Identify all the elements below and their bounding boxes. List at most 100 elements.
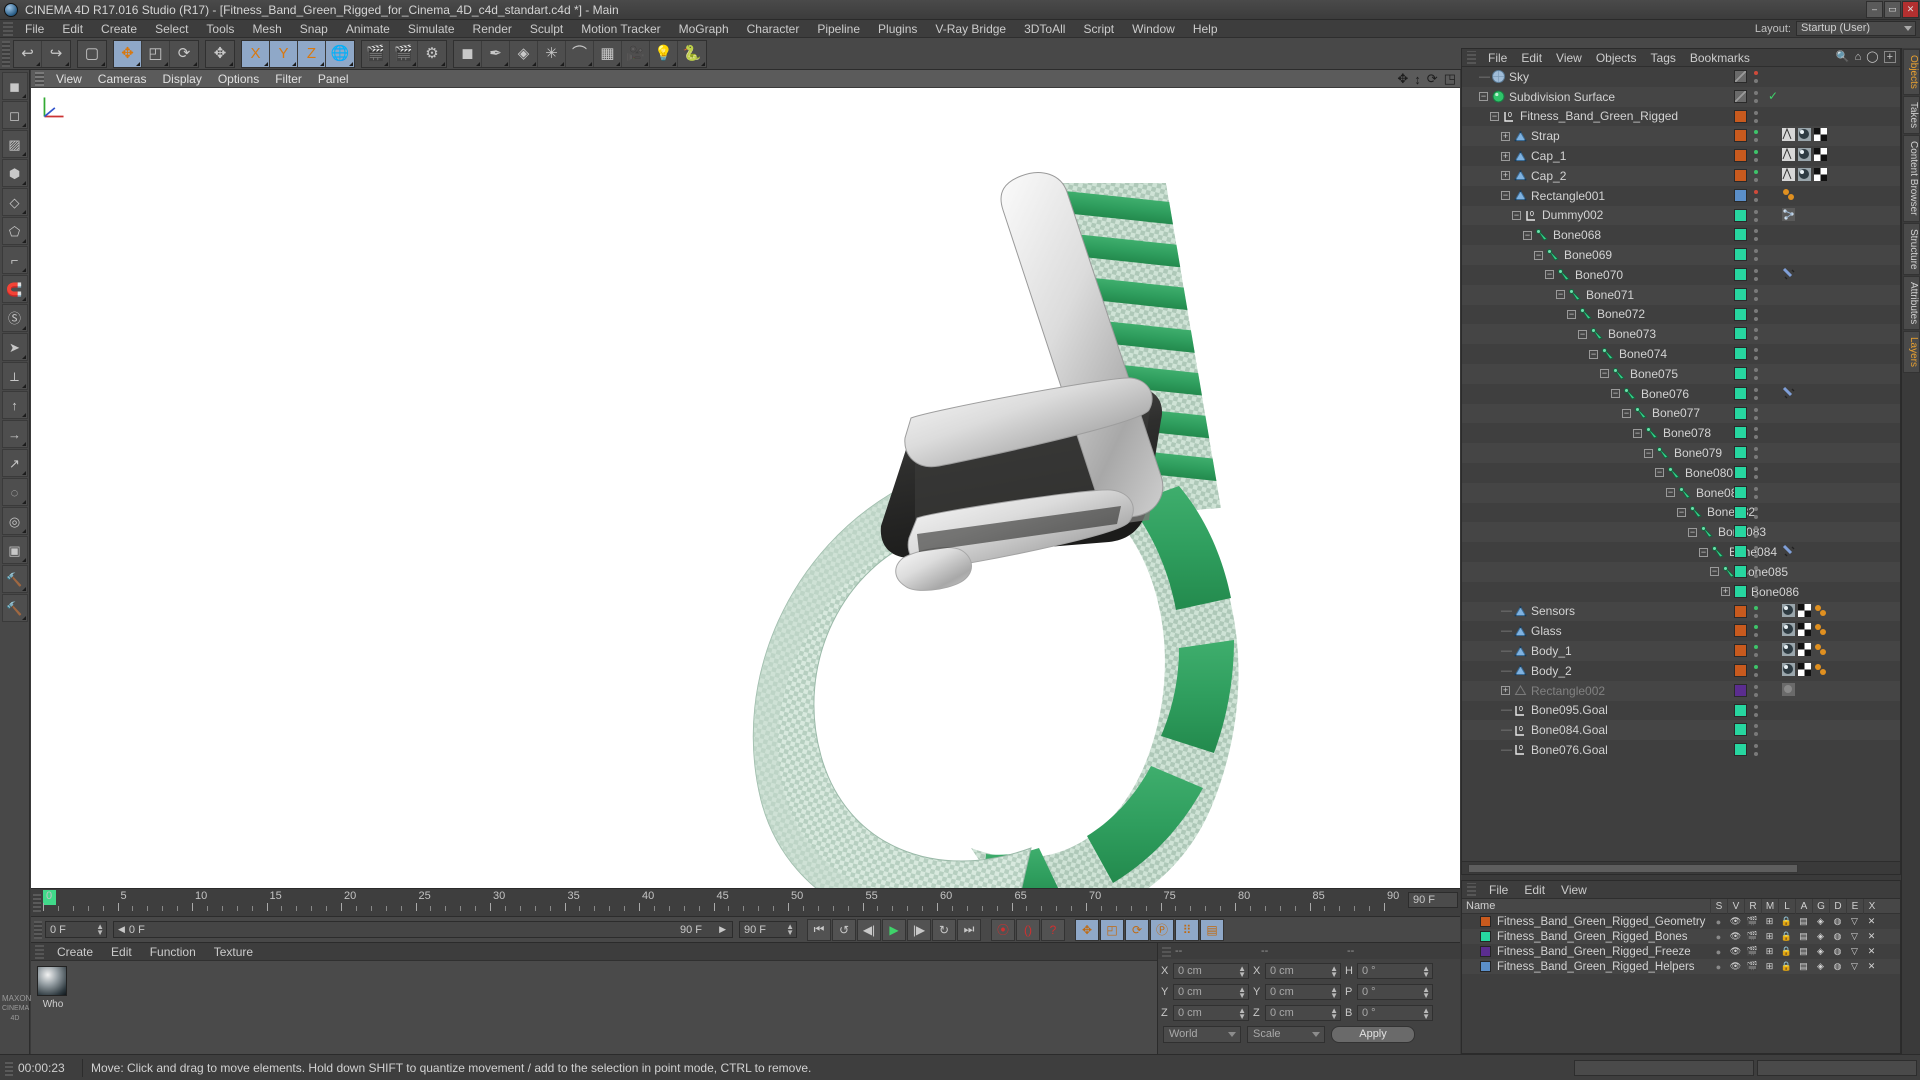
layer-flag-v[interactable]: 👁	[1727, 945, 1744, 958]
object-tree-row[interactable]: +Cap_1	[1462, 146, 1900, 166]
layer-color-chip[interactable]	[1734, 466, 1747, 479]
layer-flag-g[interactable]: ◈	[1812, 945, 1829, 958]
object-tree-row[interactable]: −0Dummy002	[1462, 206, 1900, 226]
home-icon[interactable]: ⌂	[1855, 51, 1862, 63]
collapse-icon[interactable]: −	[1490, 112, 1499, 121]
layer-empty-chip[interactable]	[1734, 70, 1747, 83]
layer-color-chip[interactable]	[1734, 248, 1747, 261]
undo-button[interactable]: ↩	[14, 41, 42, 67]
visibility-editor-dot[interactable]	[1754, 130, 1758, 134]
timeline-end-field[interactable]: 90 F	[1408, 892, 1458, 908]
object-tree-row[interactable]: −Bone071	[1462, 285, 1900, 305]
viewport-menu-display[interactable]: Display	[154, 70, 209, 88]
scrollbar-thumb[interactable]	[1468, 864, 1798, 873]
uv-tag[interactable]	[1798, 604, 1812, 618]
spinner-icon[interactable]: ▲▼	[1238, 1008, 1246, 1020]
layer-color-chip[interactable]	[1734, 664, 1747, 677]
timeline-grip[interactable]	[33, 894, 41, 912]
visibility-editor-dot[interactable]	[1754, 606, 1758, 610]
visibility-render-dot[interactable]	[1754, 614, 1758, 618]
layer-flag-m[interactable]: ⊞	[1761, 960, 1778, 973]
enable-axis-button[interactable]: ⌐	[2, 246, 28, 274]
collapse-icon[interactable]: −	[1688, 528, 1697, 537]
material-tag[interactable]	[1798, 168, 1812, 182]
layer-color-swatch[interactable]	[1480, 946, 1491, 957]
layer-color-swatch[interactable]	[1480, 961, 1491, 972]
layer-flag-v[interactable]: 👁	[1727, 930, 1744, 943]
parameter-key-button[interactable]: Ⓟ	[1150, 919, 1174, 941]
material-preview-swatch[interactable]	[37, 966, 67, 996]
object-tree-row[interactable]: —Body_2	[1462, 661, 1900, 681]
layer-flag-m[interactable]: ⊞	[1761, 930, 1778, 943]
collapse-icon[interactable]: −	[1567, 310, 1576, 319]
y-axis-lock-button[interactable]: Y	[270, 41, 298, 67]
visibility-editor-dot[interactable]	[1754, 249, 1758, 253]
visibility-editor-dot[interactable]	[1754, 289, 1758, 293]
viewport-menu-panel[interactable]: Panel	[310, 70, 357, 88]
visibility-render-dot[interactable]	[1754, 198, 1758, 202]
layer-column-e[interactable]: E	[1846, 899, 1863, 914]
point-level-animation-button[interactable]: ⠿	[1175, 919, 1199, 941]
layer-color-chip[interactable]	[1734, 367, 1747, 380]
visibility-render-dot[interactable]	[1754, 257, 1758, 261]
visibility-editor-dot[interactable]	[1754, 744, 1758, 748]
object-tree-row[interactable]: −Bone077	[1462, 404, 1900, 424]
world-coordinate-button[interactable]: 🌐	[326, 41, 354, 67]
position-field-x[interactable]: 0 cm▲▼	[1173, 963, 1249, 979]
end-frame-field[interactable]: 90 F ▲▼	[739, 921, 797, 938]
layer-flag-g[interactable]: ◈	[1812, 960, 1829, 973]
object-tree-row[interactable]: −Bone085	[1462, 562, 1900, 582]
visibility-editor-dot[interactable]	[1754, 427, 1758, 431]
layer-color-chip[interactable]	[1734, 704, 1747, 717]
uv-tag[interactable]	[1814, 168, 1828, 182]
layer-column-r[interactable]: R	[1744, 899, 1761, 914]
visibility-render-dot[interactable]	[1754, 317, 1758, 321]
layer-color-chip[interactable]	[1734, 565, 1747, 578]
menu-animate[interactable]: Animate	[337, 20, 399, 38]
visibility-editor-dot[interactable]	[1754, 210, 1758, 214]
collapse-icon[interactable]: −	[1710, 567, 1719, 576]
timeline-ruler[interactable]: 051015202530354045505560657075808590 90 …	[31, 888, 1460, 916]
visibility-editor-dot[interactable]	[1754, 150, 1758, 154]
object-tree-row[interactable]: −Subdivision Surface✓	[1462, 87, 1900, 107]
lock-z-button[interactable]: ↗	[2, 449, 28, 477]
visibility-render-dot[interactable]	[1754, 455, 1758, 459]
render-to-picture-viewer-button[interactable]: 🎬	[390, 41, 418, 67]
layer-color-chip[interactable]	[1734, 387, 1747, 400]
rotation-field-p[interactable]: 0 °▲▼	[1357, 984, 1433, 1000]
minimize-button[interactable]: –	[1866, 1, 1883, 18]
viewport-solo-button[interactable]: ➤	[2, 333, 28, 361]
layer-color-chip[interactable]	[1734, 506, 1747, 519]
deformer-button[interactable]: ⌒	[566, 41, 594, 67]
visibility-render-dot[interactable]	[1754, 435, 1758, 439]
layer-flag-a[interactable]: ▤	[1795, 930, 1812, 943]
layer-flag-r[interactable]: 🎬	[1744, 915, 1761, 928]
dock-tab-structure[interactable]: Structure	[1903, 223, 1920, 276]
visibility-render-dot[interactable]	[1754, 396, 1758, 400]
layer-flag-s[interactable]: ●	[1710, 930, 1727, 943]
lock-x-button[interactable]: ↑	[2, 391, 28, 419]
workplane-button[interactable]: Ⓢ	[2, 304, 28, 332]
live-selection-button[interactable]: ▢	[78, 41, 106, 67]
dock-tab-layers[interactable]: Layers	[1903, 331, 1920, 373]
layer-color-chip[interactable]	[1734, 407, 1747, 420]
x-axis-lock-button[interactable]: X	[242, 41, 270, 67]
zoom-icon[interactable]: ↕	[1414, 72, 1421, 87]
layer-column-s[interactable]: S	[1710, 899, 1727, 914]
layer-color-chip[interactable]	[1734, 149, 1747, 162]
maximize-viewport-icon[interactable]: ◳	[1444, 71, 1456, 87]
material-tag[interactable]	[1782, 643, 1796, 657]
spline-tag[interactable]	[1814, 623, 1828, 637]
quantize-button[interactable]: ◌	[2, 478, 28, 506]
layer-flag-x[interactable]: ✕	[1863, 930, 1880, 943]
layer-color-chip[interactable]	[1734, 288, 1747, 301]
layer-color-chip[interactable]	[1734, 624, 1747, 637]
object-axis-mode-button[interactable]: ◻	[2, 101, 28, 129]
layer-flag-a[interactable]: ▤	[1795, 915, 1812, 928]
coordinate-system-dropdown[interactable]: World	[1163, 1026, 1241, 1043]
menu-snap[interactable]: Snap	[291, 20, 337, 38]
visibility-editor-dot[interactable]	[1754, 487, 1758, 491]
object-tree-row[interactable]: +Cap_2	[1462, 166, 1900, 186]
collapse-icon[interactable]: −	[1578, 330, 1587, 339]
object-tree-row[interactable]: −Bone072	[1462, 305, 1900, 325]
